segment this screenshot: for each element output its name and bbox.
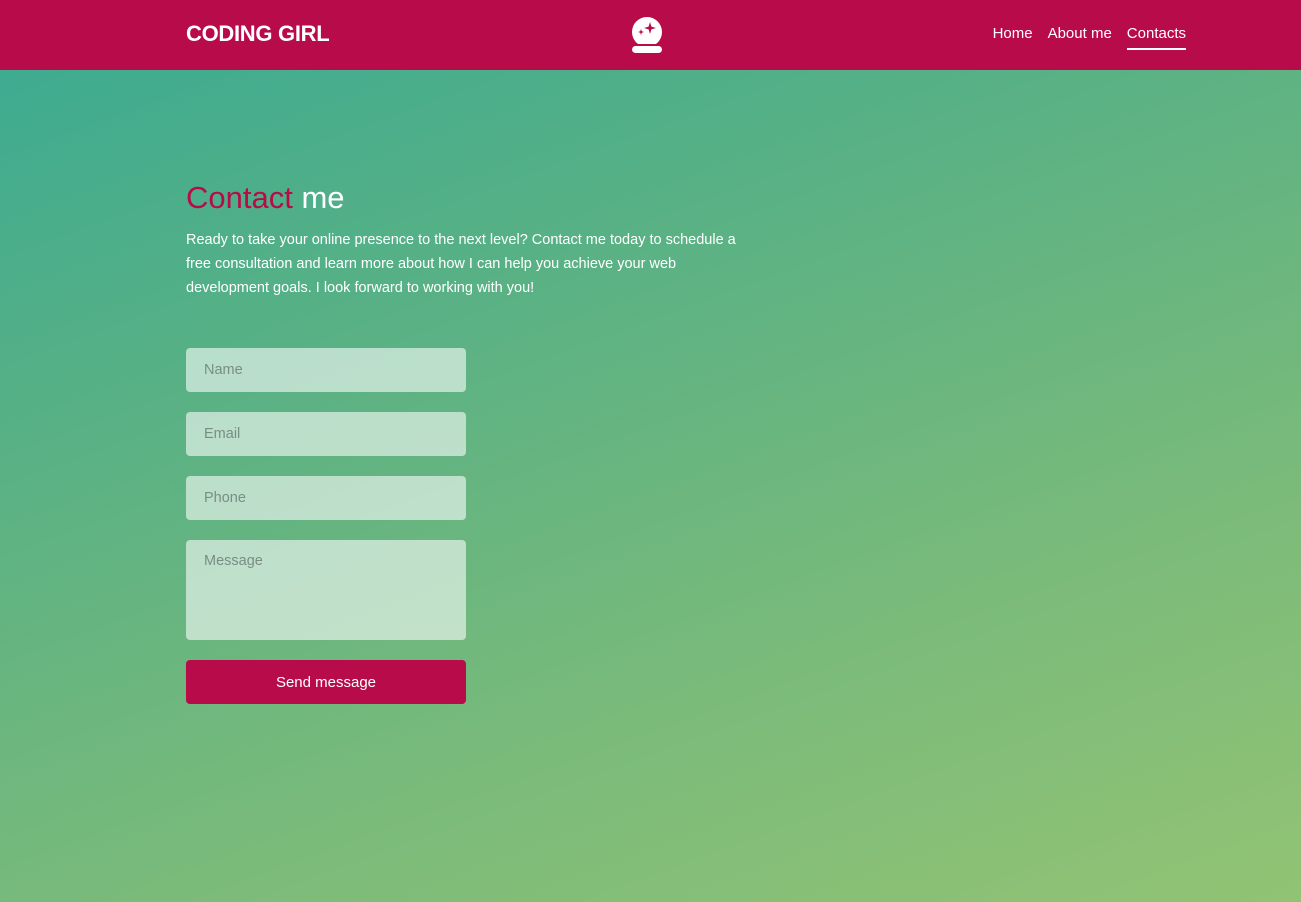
top-navbar: CODING GIRL Home About me Contacts [0, 0, 1301, 70]
page-title-accent: Contact [186, 180, 293, 215]
name-input[interactable] [186, 348, 466, 392]
contact-form: Send message [186, 348, 466, 704]
nav-home[interactable]: Home [993, 25, 1033, 50]
phone-input[interactable] [186, 476, 466, 520]
main-nav: Home About me Contacts [993, 25, 1186, 50]
message-textarea[interactable] [186, 540, 466, 640]
intro-text: Ready to take your online presence to th… [186, 232, 736, 296]
page-title-rest: me [301, 180, 345, 215]
crystal-ball-icon[interactable] [629, 16, 665, 54]
email-input[interactable] [186, 412, 466, 456]
nav-contacts[interactable]: Contacts [1126, 25, 1186, 50]
page-title: Contact me [186, 178, 766, 218]
nav-about-me[interactable]: About me [1048, 25, 1112, 50]
send-message-button[interactable]: Send message [186, 660, 466, 704]
contact-section: Contact me Ready to take your online pre… [186, 178, 766, 300]
brand-logo-text[interactable]: CODING GIRL [186, 21, 330, 47]
